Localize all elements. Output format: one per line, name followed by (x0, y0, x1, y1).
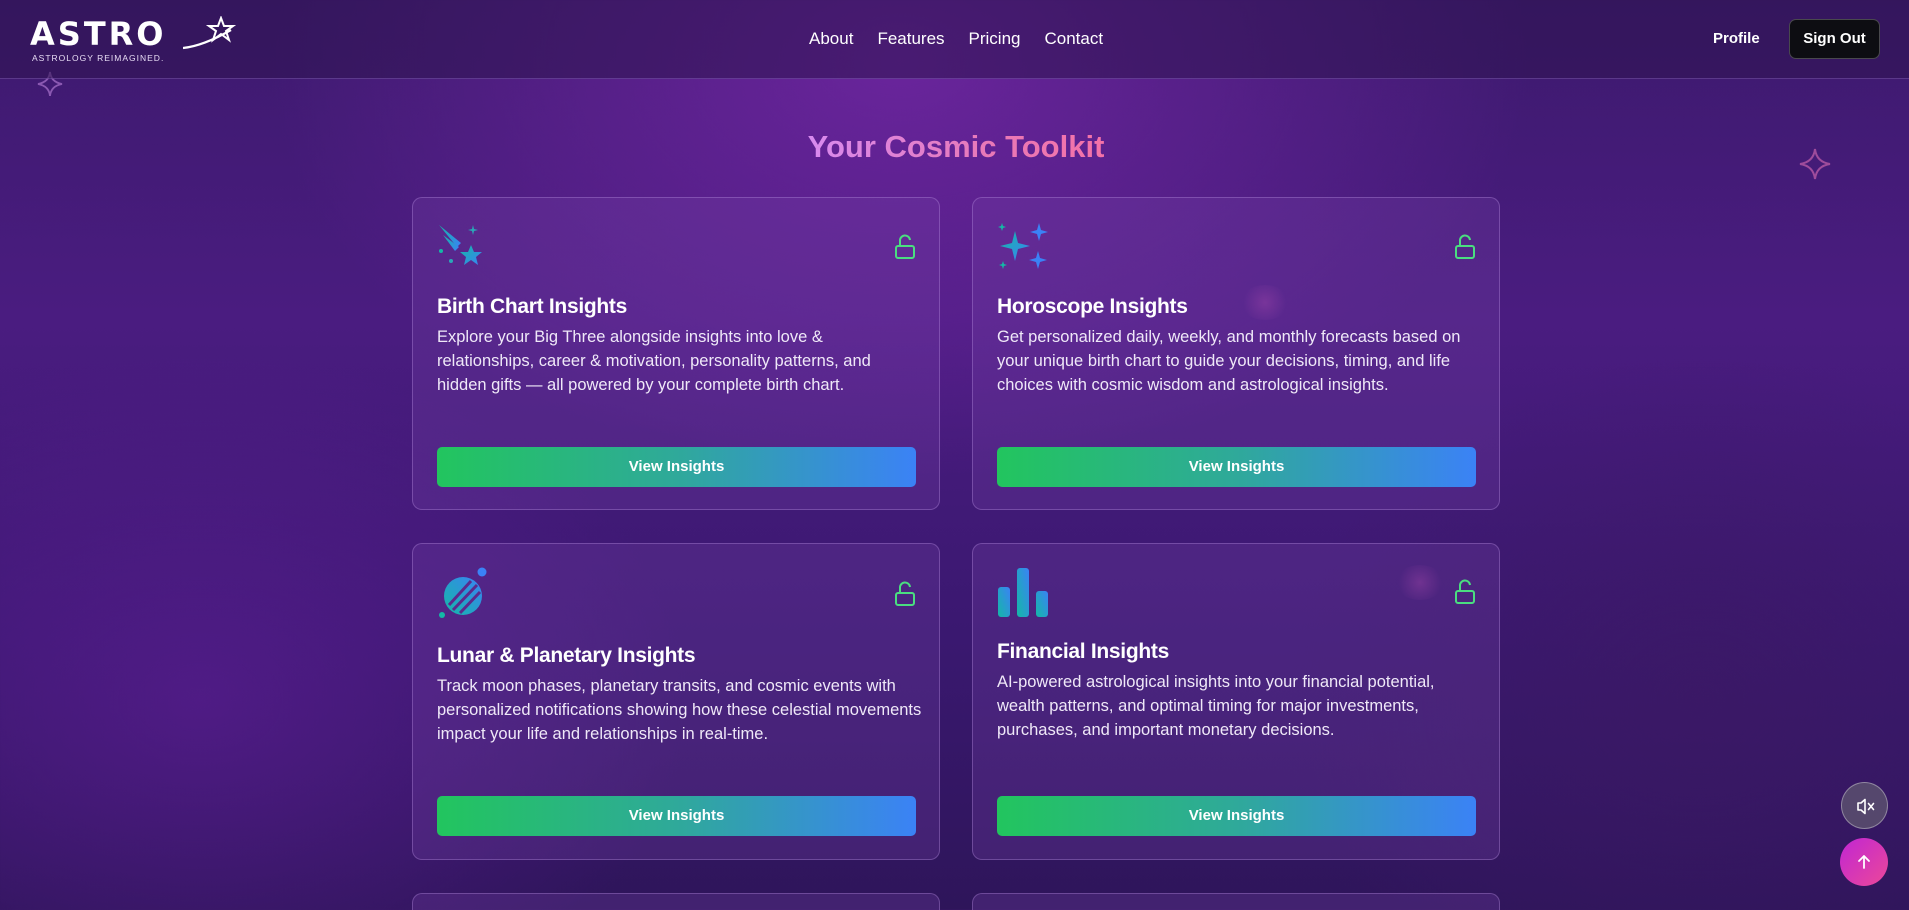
feature-card-partial (972, 893, 1500, 910)
card-title: Horoscope Insights (997, 295, 1188, 318)
card-description: Explore your Big Three alongside insight… (437, 328, 871, 394)
top-navbar: ASTRO ASTROLOGY REIMAGINED. About Featur… (0, 0, 1909, 79)
star-orbit-icon (183, 16, 237, 50)
feature-card-lunar-planetary: Lunar & Planetary Insights Track moon ph… (412, 543, 940, 860)
card-description: AI-powered astrological insights into yo… (997, 673, 1435, 739)
nav-features-link[interactable]: Features (877, 28, 944, 50)
card-title: Birth Chart Insights (437, 295, 628, 318)
mute-toggle-button[interactable] (1841, 782, 1888, 829)
view-insights-button[interactable]: View Insights (437, 796, 916, 836)
arrow-up-icon (1858, 855, 1870, 869)
unlocked-icon (1455, 579, 1475, 604)
scroll-to-top-button[interactable] (1840, 838, 1888, 886)
nav-about-link[interactable]: About (809, 28, 853, 50)
sign-out-button[interactable]: Sign Out (1789, 19, 1880, 59)
section-title: Your Cosmic Toolkit (0, 128, 1909, 166)
unlocked-icon (1455, 234, 1475, 259)
card-title: Financial Insights (997, 640, 1169, 663)
card-description: Track moon phases, planetary transits, a… (437, 677, 922, 743)
feature-card-partial (412, 893, 940, 910)
brand-tagline: ASTROLOGY REIMAGINED. (32, 53, 165, 63)
unlocked-icon (895, 581, 915, 606)
view-insights-button[interactable]: View Insights (437, 447, 916, 487)
section-title-text: Your Cosmic Toolkit (807, 129, 1105, 164)
brand-logo[interactable]: ASTRO ASTROLOGY REIMAGINED. (30, 15, 237, 66)
nav-contact-link[interactable]: Contact (1045, 28, 1104, 50)
sparkles-icon (998, 223, 1048, 269)
card-title: Lunar & Planetary Insights (437, 644, 696, 667)
main-nav: About Features Pricing Contact (809, 28, 1127, 50)
shooting-star-icon (439, 225, 482, 265)
feature-card-birth-chart: Birth Chart Insights Explore your Big Th… (412, 197, 940, 510)
unlocked-icon (895, 234, 915, 259)
view-insights-button[interactable]: View Insights (997, 447, 1476, 487)
profile-link[interactable]: Profile (1713, 30, 1760, 48)
card-description: Get personalized daily, weekly, and mont… (997, 328, 1461, 394)
feature-card-financial: Financial Insights AI-powered astrologic… (972, 543, 1500, 860)
speaker-muted-icon (1857, 798, 1875, 815)
planet-icon (439, 567, 487, 618)
feature-card-horoscope: Horoscope Insights Get personalized dail… (972, 197, 1500, 510)
view-insights-button[interactable]: View Insights (997, 796, 1476, 836)
brand-wordmark: ASTRO (30, 15, 167, 53)
nav-pricing-link[interactable]: Pricing (969, 28, 1021, 50)
bar-chart-icon (998, 568, 1048, 617)
